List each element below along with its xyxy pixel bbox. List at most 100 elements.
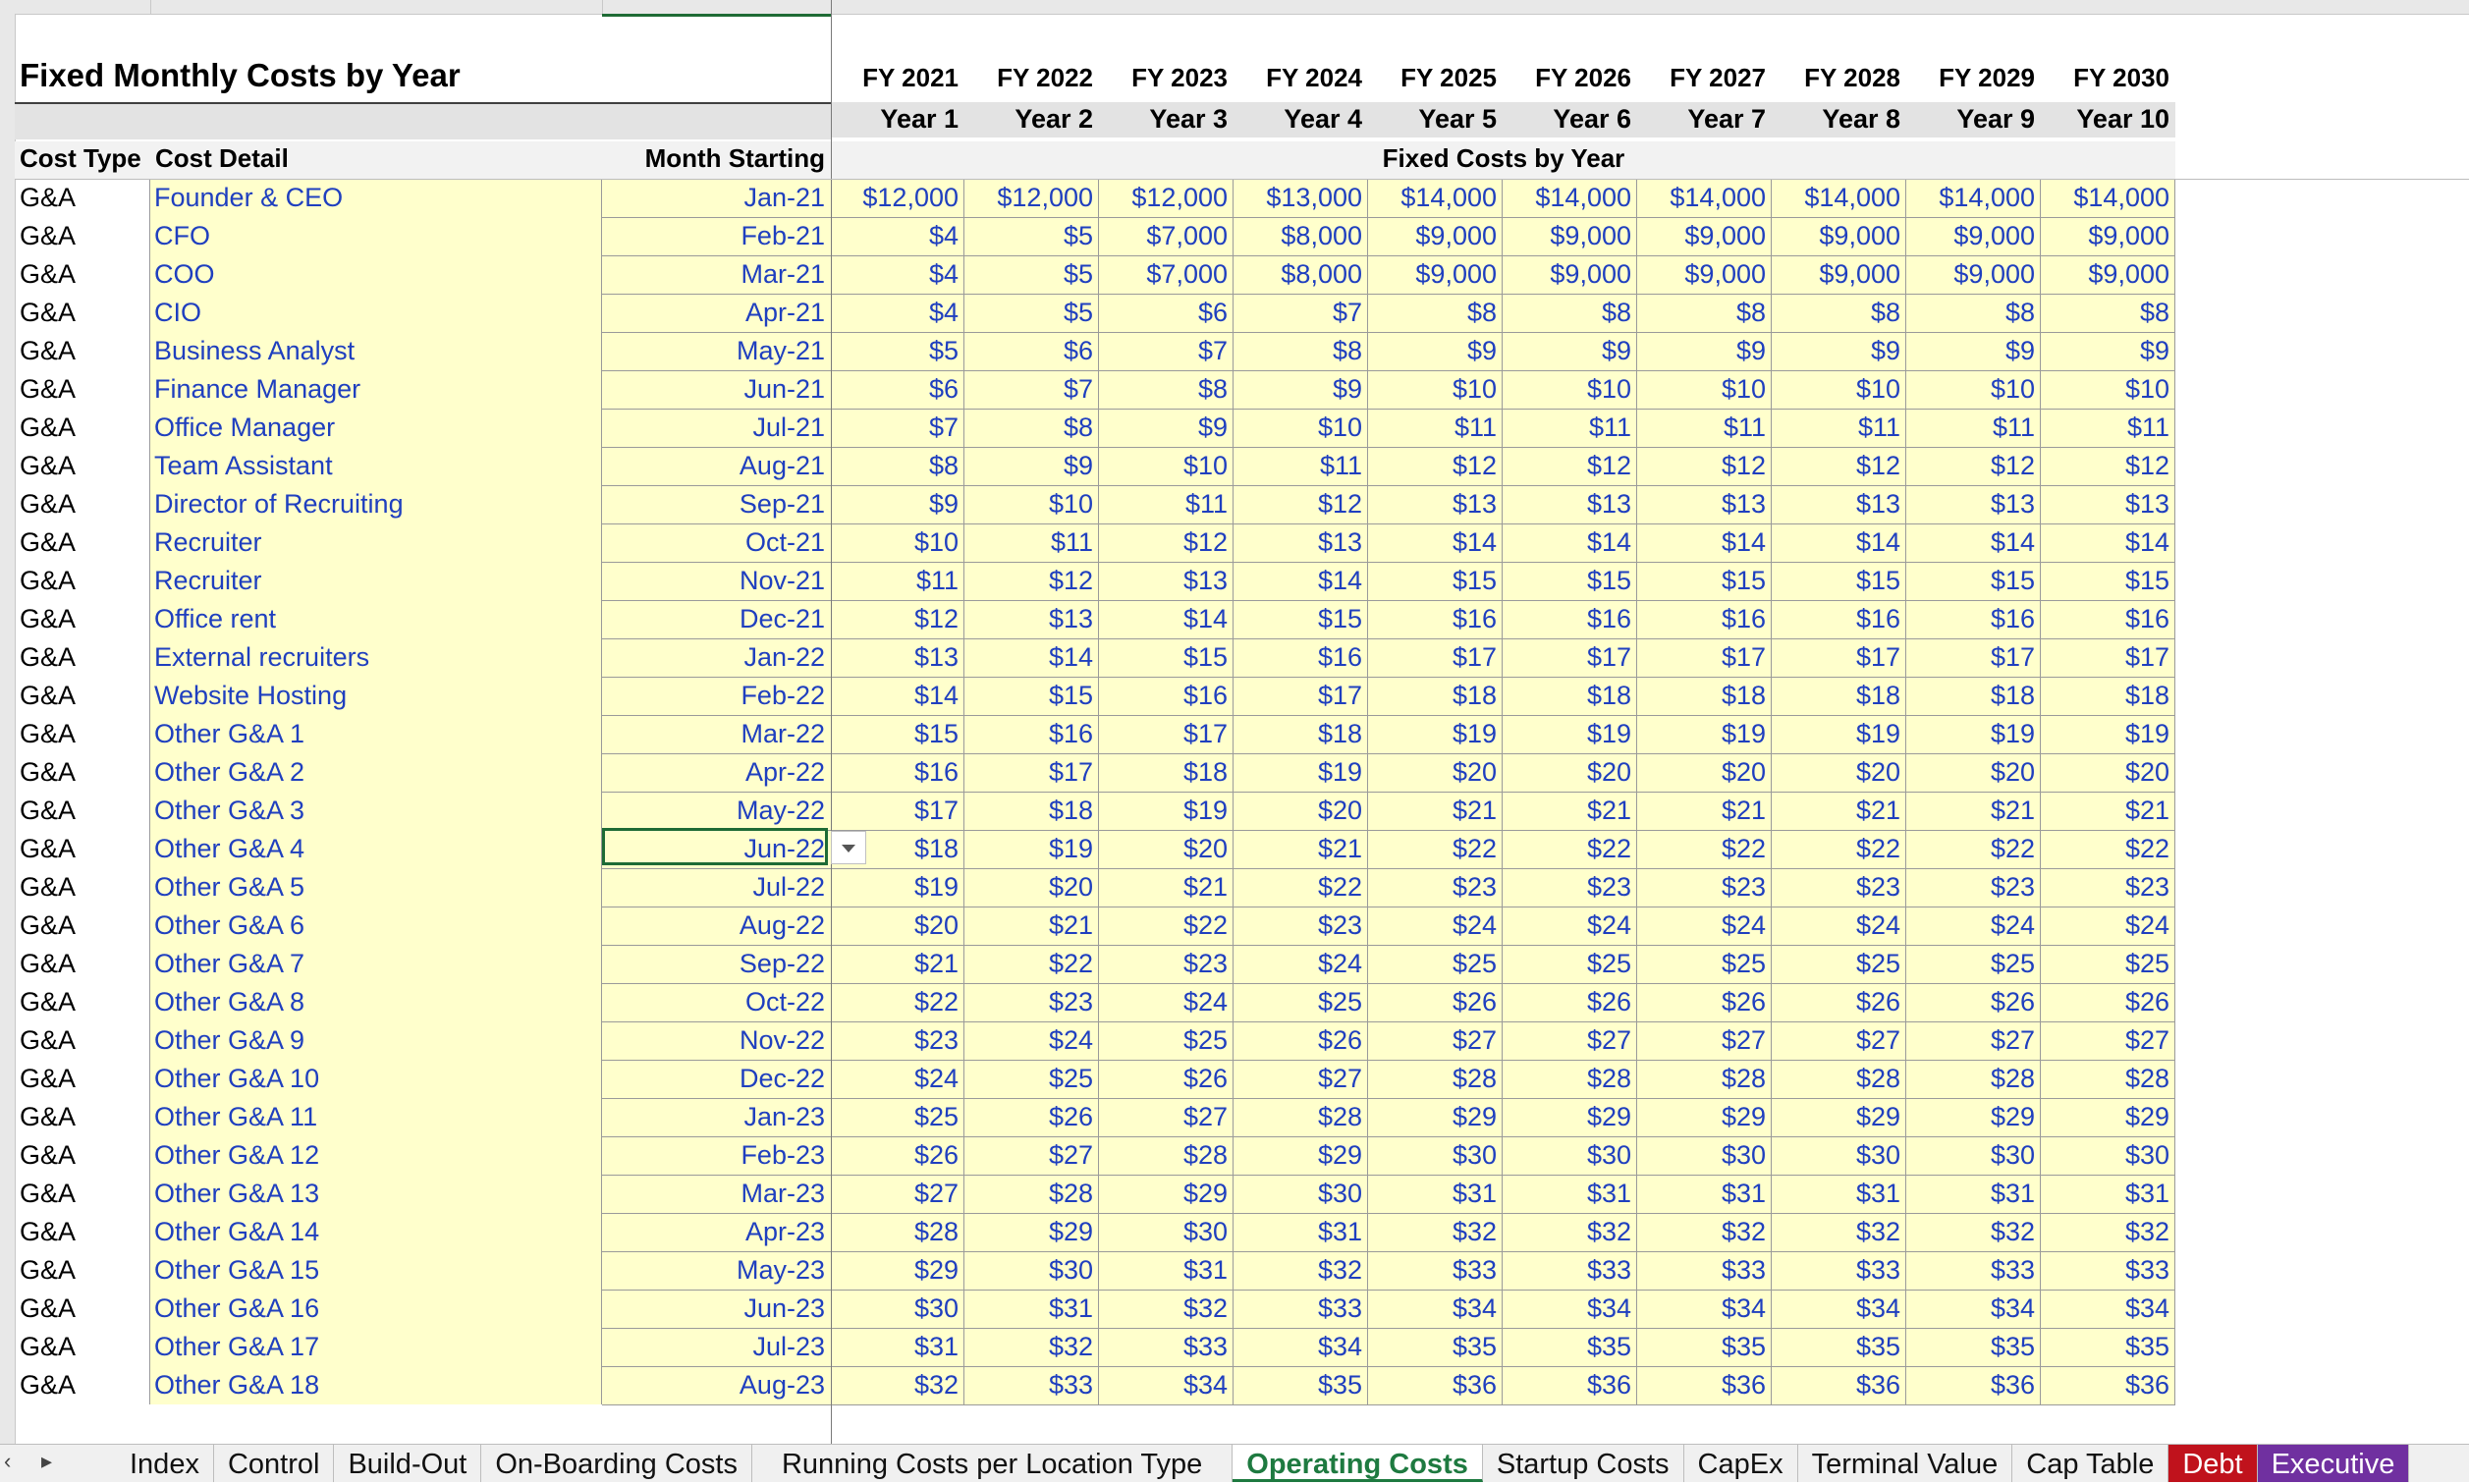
year-value-cell[interactable]: $14 xyxy=(1101,600,1228,638)
year-value-cell[interactable]: $19 xyxy=(1370,715,1497,753)
month-starting-cell[interactable]: Nov-21 xyxy=(603,562,825,600)
year-value-cell[interactable]: $32 xyxy=(1235,1251,1362,1290)
year-value-cell[interactable]: $10 xyxy=(1235,409,1362,447)
year-value-cell[interactable]: $14 xyxy=(1639,523,1766,562)
year-value-cell[interactable]: $6 xyxy=(1101,294,1228,332)
year-value-cell[interactable]: $31 xyxy=(1101,1251,1228,1290)
cost-type-cell[interactable]: G&A xyxy=(20,600,147,638)
year-value-cell[interactable]: $7 xyxy=(832,409,959,447)
year-value-cell[interactable]: $12,000 xyxy=(1101,179,1228,217)
year-value-cell[interactable]: $8 xyxy=(966,409,1093,447)
cost-detail-cell[interactable]: Office Manager xyxy=(154,409,596,447)
year-value-cell[interactable]: $27 xyxy=(1370,1021,1497,1060)
year-value-cell[interactable]: $10 xyxy=(2043,370,2169,409)
year-value-cell[interactable]: $12 xyxy=(1370,447,1497,485)
year-value-cell[interactable]: $13 xyxy=(1370,485,1497,523)
year-value-cell[interactable]: $29 xyxy=(1774,1098,1900,1136)
year-value-cell[interactable]: $11 xyxy=(966,523,1093,562)
year-value-cell[interactable]: $11 xyxy=(1639,409,1766,447)
year-value-cell[interactable]: $23 xyxy=(1639,868,1766,907)
cost-detail-cell[interactable]: Other G&A 16 xyxy=(154,1290,596,1328)
year-value-cell[interactable]: $14,000 xyxy=(2043,179,2169,217)
year-value-cell[interactable]: $25 xyxy=(832,1098,959,1136)
year-value-cell[interactable]: $8 xyxy=(1370,294,1497,332)
cost-detail-cell[interactable]: Finance Manager xyxy=(154,370,596,409)
cost-detail-cell[interactable]: Other G&A 1 xyxy=(154,715,596,753)
year-value-cell[interactable]: $12 xyxy=(1235,485,1362,523)
cost-detail-cell[interactable]: COO xyxy=(154,255,596,294)
year-value-cell[interactable]: $22 xyxy=(1774,830,1900,868)
year-value-cell[interactable]: $14,000 xyxy=(1774,179,1900,217)
year-value-cell[interactable]: $27 xyxy=(832,1175,959,1213)
month-starting-cell[interactable]: Dec-21 xyxy=(603,600,825,638)
year-value-cell[interactable]: $33 xyxy=(2043,1251,2169,1290)
year-value-cell[interactable]: $29 xyxy=(1639,1098,1766,1136)
year-value-cell[interactable]: $25 xyxy=(1370,945,1497,983)
year-value-cell[interactable]: $26 xyxy=(832,1136,959,1175)
year-value-cell[interactable]: $19 xyxy=(1774,715,1900,753)
year-value-cell[interactable]: $24 xyxy=(1774,907,1900,945)
year-value-cell[interactable]: $17 xyxy=(2043,638,2169,677)
year-value-cell[interactable]: $5 xyxy=(966,217,1093,255)
tab-scroll-left-icon[interactable]: ‹ xyxy=(4,1449,11,1474)
year-value-cell[interactable]: $21 xyxy=(1235,830,1362,868)
year-value-cell[interactable]: $24 xyxy=(1101,983,1228,1021)
year-value-cell[interactable]: $8 xyxy=(1101,370,1228,409)
year-value-cell[interactable]: $7 xyxy=(1235,294,1362,332)
month-starting-cell[interactable]: Jul-21 xyxy=(603,409,825,447)
cost-type-cell[interactable]: G&A xyxy=(20,1366,147,1404)
year-value-cell[interactable]: $16 xyxy=(832,753,959,792)
cost-detail-cell[interactable]: Other G&A 4 xyxy=(154,830,596,868)
year-value-cell[interactable]: $26 xyxy=(1639,983,1766,1021)
year-value-cell[interactable]: $32 xyxy=(1505,1213,1631,1251)
year-value-cell[interactable]: $26 xyxy=(1908,983,2035,1021)
year-value-cell[interactable]: $32 xyxy=(832,1366,959,1404)
year-value-cell[interactable]: $9 xyxy=(1774,332,1900,370)
year-value-cell[interactable]: $32 xyxy=(1101,1290,1228,1328)
year-value-cell[interactable]: $8 xyxy=(1908,294,2035,332)
year-value-cell[interactable]: $30 xyxy=(1908,1136,2035,1175)
year-value-cell[interactable]: $18 xyxy=(1235,715,1362,753)
tab-build-out[interactable]: Build-Out xyxy=(334,1445,482,1482)
year-value-cell[interactable]: $18 xyxy=(1505,677,1631,715)
year-value-cell[interactable]: $17 xyxy=(1235,677,1362,715)
cost-detail-cell[interactable]: Other G&A 2 xyxy=(154,753,596,792)
year-value-cell[interactable]: $13 xyxy=(1908,485,2035,523)
year-value-cell[interactable]: $18 xyxy=(1639,677,1766,715)
cost-detail-cell[interactable]: Team Assistant xyxy=(154,447,596,485)
month-starting-cell[interactable]: Apr-21 xyxy=(603,294,825,332)
month-starting-cell[interactable]: Dec-22 xyxy=(603,1060,825,1098)
year-value-cell[interactable]: $30 xyxy=(1370,1136,1497,1175)
year-value-cell[interactable]: $11 xyxy=(2043,409,2169,447)
year-value-cell[interactable]: $12 xyxy=(966,562,1093,600)
year-value-cell[interactable]: $32 xyxy=(1908,1213,2035,1251)
column-header-a[interactable] xyxy=(15,0,151,14)
year-value-cell[interactable]: $22 xyxy=(1370,830,1497,868)
year-value-cell[interactable]: $22 xyxy=(1908,830,2035,868)
year-value-cell[interactable]: $5 xyxy=(966,255,1093,294)
year-value-cell[interactable]: $24 xyxy=(1908,907,2035,945)
year-value-cell[interactable]: $18 xyxy=(1370,677,1497,715)
year-value-cell[interactable]: $9 xyxy=(1908,332,2035,370)
cost-type-cell[interactable]: G&A xyxy=(20,1213,147,1251)
year-value-cell[interactable]: $27 xyxy=(1639,1021,1766,1060)
year-value-cell[interactable]: $30 xyxy=(2043,1136,2169,1175)
year-value-cell[interactable]: $5 xyxy=(832,332,959,370)
year-value-cell[interactable]: $8 xyxy=(1235,332,1362,370)
year-value-cell[interactable]: $11 xyxy=(1370,409,1497,447)
cost-detail-cell[interactable]: Other G&A 18 xyxy=(154,1366,596,1404)
year-value-cell[interactable]: $13 xyxy=(2043,485,2169,523)
year-value-cell[interactable]: $25 xyxy=(1908,945,2035,983)
cost-detail-cell[interactable]: Recruiter xyxy=(154,523,596,562)
month-starting-cell[interactable]: Apr-23 xyxy=(603,1213,825,1251)
year-value-cell[interactable]: $23 xyxy=(1774,868,1900,907)
year-value-cell[interactable]: $28 xyxy=(2043,1060,2169,1098)
year-value-cell[interactable]: $16 xyxy=(1101,677,1228,715)
year-value-cell[interactable]: $12,000 xyxy=(832,179,959,217)
year-value-cell[interactable]: $16 xyxy=(2043,600,2169,638)
cost-type-cell[interactable]: G&A xyxy=(20,294,147,332)
year-value-cell[interactable]: $28 xyxy=(1639,1060,1766,1098)
cost-detail-cell[interactable]: External recruiters xyxy=(154,638,596,677)
year-value-cell[interactable]: $30 xyxy=(1505,1136,1631,1175)
year-value-cell[interactable]: $27 xyxy=(966,1136,1093,1175)
